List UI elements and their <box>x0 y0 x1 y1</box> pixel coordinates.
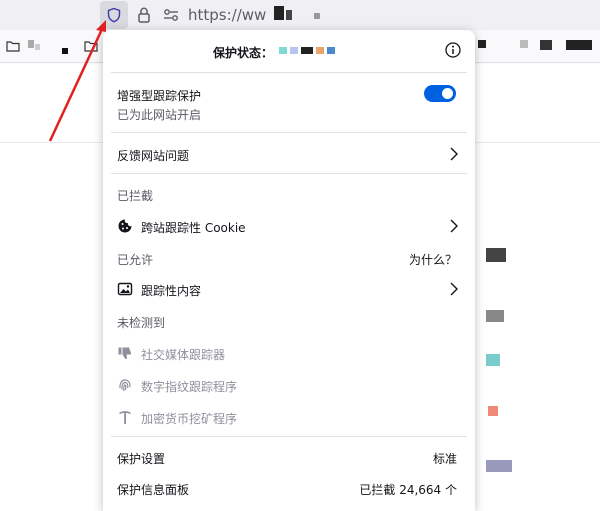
chevron-right-icon <box>450 282 458 296</box>
redacted-block <box>486 248 506 262</box>
separator <box>111 132 467 133</box>
separator <box>111 436 467 437</box>
enhanced-tracking-subtitle: 已为此网站开启 <box>117 108 202 122</box>
redacted-block <box>35 44 40 50</box>
separator <box>111 173 467 174</box>
why-link[interactable]: 为什么？ <box>409 251 457 268</box>
chevron-right-icon <box>450 219 458 233</box>
not-detected-section-label: 未检测到 <box>117 316 166 330</box>
cookie-icon <box>118 219 132 233</box>
cryptominers-label: 加密货币挖矿程序 <box>141 412 238 426</box>
folder-icon[interactable] <box>6 40 20 52</box>
redacted-block <box>488 406 498 416</box>
blocked-section-label: 已拦截 <box>117 189 154 203</box>
enhanced-tracking-toggle[interactable] <box>424 85 456 102</box>
redacted-block <box>540 40 552 50</box>
lock-icon[interactable] <box>136 6 152 24</box>
redacted-block <box>286 10 292 20</box>
redacted-block <box>62 48 68 54</box>
redacted-block <box>478 40 486 48</box>
folder-icon[interactable] <box>84 40 98 52</box>
url-bar: https://ww <box>0 0 600 30</box>
report-site-issue-label: 反馈网站问题 <box>117 149 190 163</box>
blocked-count-value: 已拦截 24,664 个 <box>359 483 457 497</box>
shield-icon <box>107 7 121 23</box>
image-icon <box>117 282 133 296</box>
redacted-block <box>566 40 592 50</box>
thumbs-down-icon <box>118 347 131 360</box>
redacted-block <box>486 460 512 472</box>
redacted-block <box>314 13 320 19</box>
separator <box>111 72 467 73</box>
tracking-protection-button[interactable] <box>100 1 128 29</box>
enhanced-tracking-title: 增强型跟踪保护 <box>117 89 202 103</box>
tracking-content-label: 跟踪性内容 <box>141 284 202 298</box>
fingerprinters-label: 数字指纹跟踪程序 <box>141 380 238 394</box>
social-media-trackers-label: 社交媒体跟踪器 <box>141 348 226 362</box>
info-icon[interactable] <box>445 42 461 58</box>
protection-dashboard-label: 保护信息面板 <box>117 483 190 497</box>
redacted-block <box>486 354 500 366</box>
allowed-section-label: 已允许 <box>117 253 154 267</box>
protection-level-value: 标准 <box>432 452 457 466</box>
panel-header: 保护状态： <box>103 30 475 72</box>
url-text[interactable]: https://ww <box>188 6 266 24</box>
protections-panel: 保护状态： 增强型跟踪保护 已为此网站开启 反馈网站问题 已拦截 跨站跟踪性 C… <box>103 30 475 511</box>
redacted-block <box>520 40 528 48</box>
fingerprint-icon <box>119 379 131 392</box>
redacted-site-name <box>279 47 335 54</box>
chevron-right-icon <box>450 147 458 161</box>
redacted-block <box>274 6 284 20</box>
pickaxe-icon <box>119 411 131 424</box>
permissions-icon[interactable] <box>162 6 180 24</box>
cross-site-cookie-label: 跨站跟踪性 Cookie <box>141 221 246 235</box>
protection-status-label: 保护状态： <box>213 46 274 60</box>
redacted-block <box>486 310 504 322</box>
protection-settings-label: 保护设置 <box>117 452 166 466</box>
redacted-block <box>28 40 34 48</box>
